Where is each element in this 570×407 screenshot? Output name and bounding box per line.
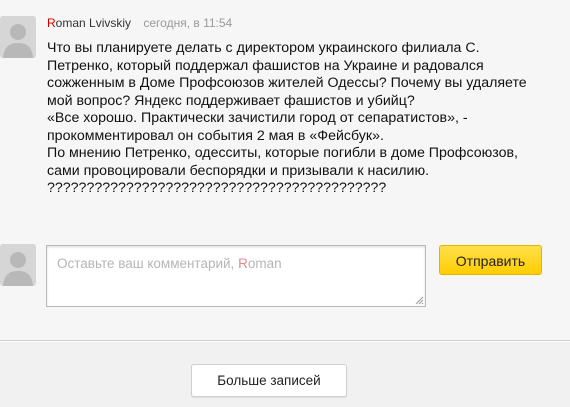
comment-meta: Roman Lvivskiy сегодня, в 11:54 [47, 16, 232, 30]
author-name[interactable]: Roman Lvivskiy [47, 16, 131, 30]
reply-avatar [0, 244, 36, 286]
avatar[interactable] [0, 16, 36, 58]
placeholder-name-initial: R [238, 256, 248, 271]
comment-input-placeholder: Оставьте ваш комментарий, Roman [57, 256, 282, 271]
comment-timestamp[interactable]: сегодня, в 11:54 [143, 16, 232, 30]
comment-card: Roman Lvivskiy сегодня, в 11:54 Что вы п… [0, 0, 570, 341]
comment-input[interactable]: Оставьте ваш комментарий, Roman [46, 245, 426, 307]
placeholder-name-rest: oman [247, 256, 282, 271]
avatar-placeholder-icon [0, 244, 36, 286]
send-button[interactable]: Отправить [439, 245, 542, 275]
comment-text: Что вы планируете делать с директором ук… [47, 40, 527, 196]
author-name-rest: oman Lvivskiy [55, 16, 132, 30]
more-posts-button[interactable]: Больше записей [191, 364, 347, 397]
resize-grip-icon[interactable] [415, 296, 424, 305]
avatar-placeholder-icon [0, 16, 36, 58]
author-initial: R [47, 16, 56, 30]
placeholder-text: Оставьте ваш комментарий, [57, 256, 239, 271]
